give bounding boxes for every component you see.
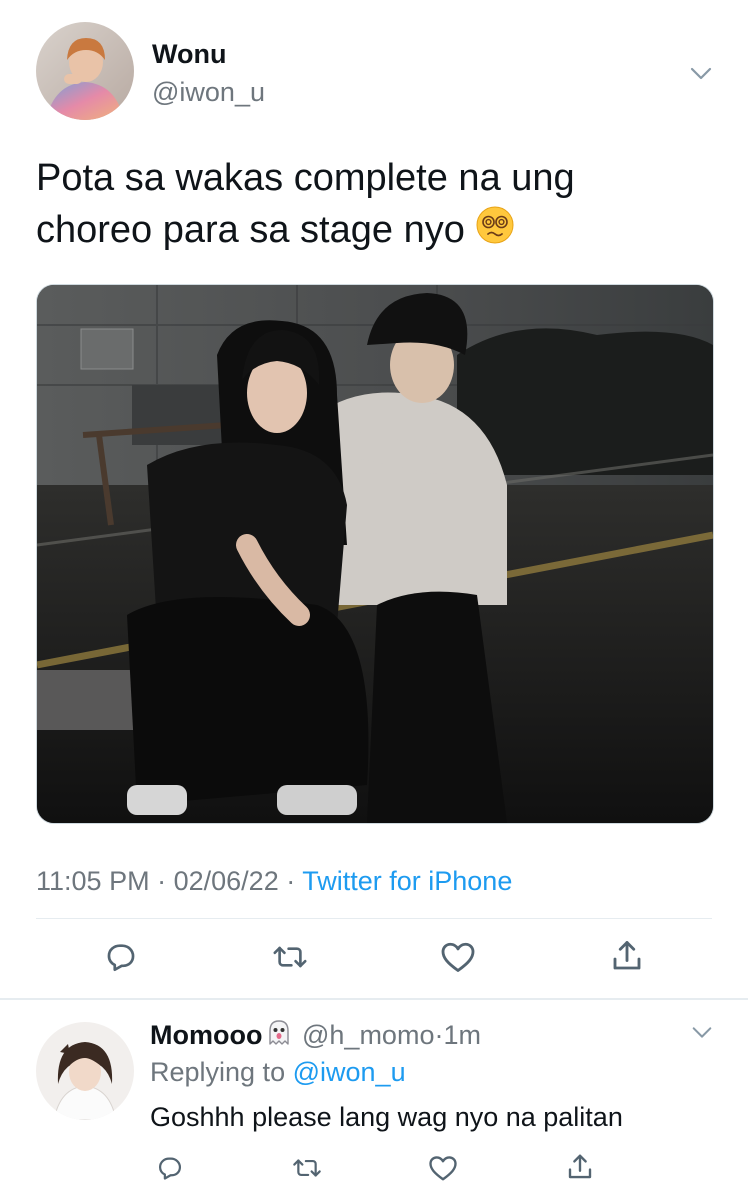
tweet-text-line-1: Pota sa wakas complete na ung: [36, 157, 575, 199]
ghost-emoji: [264, 1018, 294, 1056]
divider: [0, 998, 748, 1000]
chevron-down-icon[interactable]: [690, 1020, 714, 1044]
tweet-time[interactable]: 11:05 PM: [36, 866, 150, 896]
tweet-media-photo[interactable]: [36, 284, 714, 824]
tweet-text-line-2-text: choreo para sa stage nyo: [36, 209, 465, 251]
author-avatar[interactable]: [36, 22, 134, 120]
reply-author-name[interactable]: Momooo: [150, 1020, 262, 1050]
reply-text: Goshhh please lang wag nyo na palitan: [150, 1102, 623, 1132]
share-icon[interactable]: [566, 1152, 594, 1182]
tweet-source-link[interactable]: Twitter for iPhone: [302, 866, 512, 896]
reply-icon[interactable]: [156, 1154, 184, 1182]
reply-author-handle[interactable]: @h_momo: [302, 1020, 434, 1050]
heart-icon[interactable]: [440, 940, 476, 974]
retweet-icon[interactable]: [292, 1154, 322, 1182]
tweet-text-line-2: choreo para sa stage nyo: [36, 204, 716, 259]
replying-to-prefix: Replying to: [150, 1057, 286, 1087]
author-name[interactable]: Wonu: [152, 38, 226, 70]
reply-header: Momooo @h_momo·1m: [150, 1018, 481, 1056]
dizzy-face-emoji: [475, 205, 515, 259]
meta-separator: ·: [157, 866, 167, 896]
heart-icon[interactable]: [428, 1154, 458, 1182]
reply-author-avatar[interactable]: [36, 1022, 134, 1120]
retweet-icon[interactable]: [272, 940, 308, 974]
replying-to-handle[interactable]: @iwon_u: [293, 1057, 406, 1087]
reply-time[interactable]: 1m: [443, 1020, 481, 1050]
tweet-meta: 11:05 PM · 02/06/22 · Twitter for iPhone: [36, 864, 512, 898]
chevron-down-icon[interactable]: [688, 60, 714, 86]
reply-icon[interactable]: [104, 940, 138, 974]
tweet-text: Pota sa wakas complete na ung choreo par…: [36, 152, 716, 259]
tweet-date[interactable]: 02/06/22: [174, 866, 279, 896]
meta-separator: ·: [286, 866, 296, 896]
replying-to: Replying to @iwon_u: [150, 1055, 406, 1089]
author-handle[interactable]: @iwon_u: [152, 76, 265, 108]
divider: [36, 918, 712, 919]
share-icon[interactable]: [610, 938, 644, 974]
